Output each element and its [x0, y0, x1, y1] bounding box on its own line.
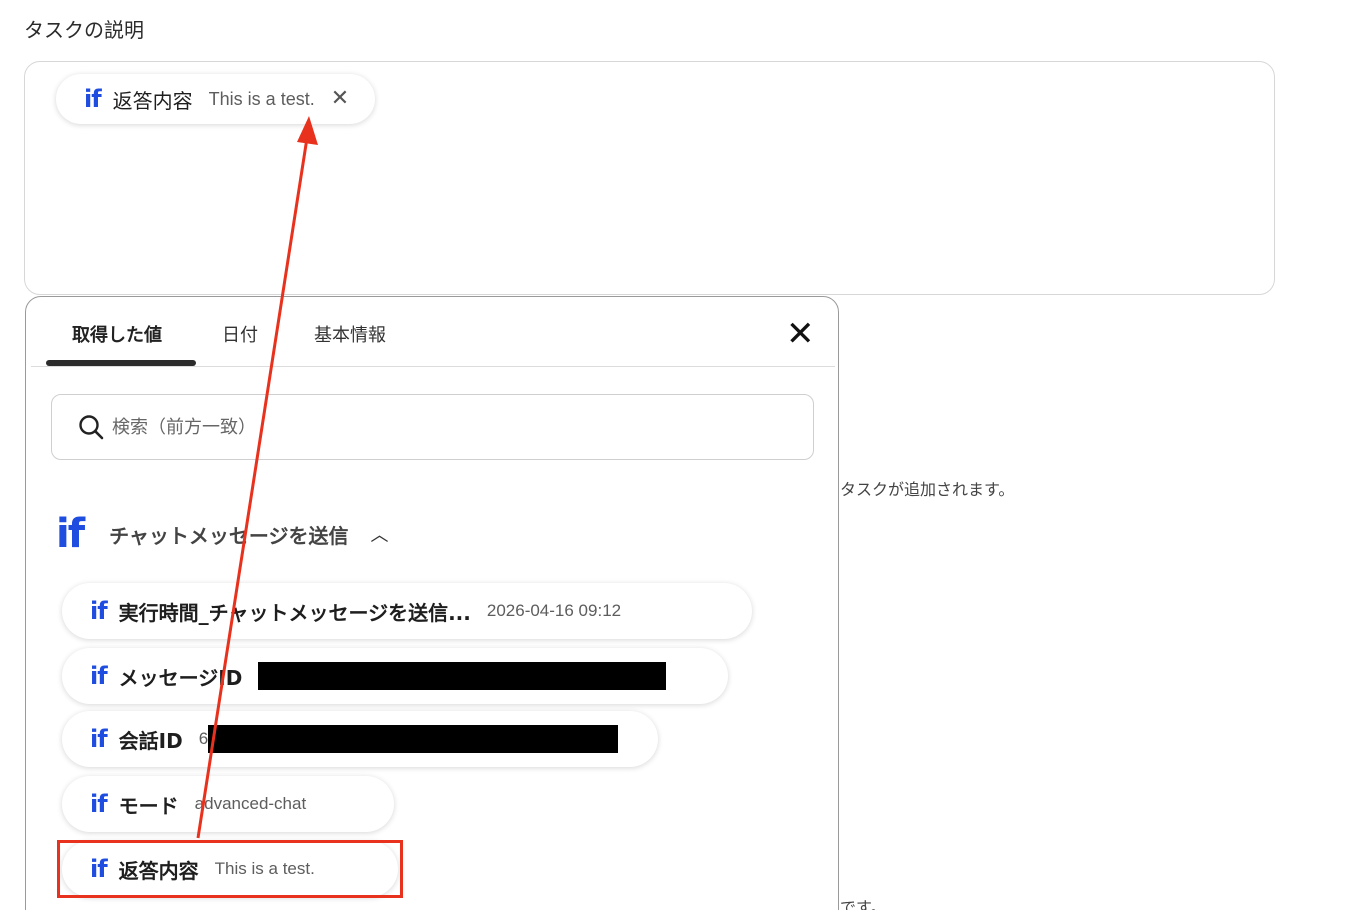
if-icon: if: [84, 85, 102, 113]
item-value: advanced-chat: [194, 794, 307, 813]
search-field[interactable]: [51, 394, 814, 460]
highlight-annotation: [57, 840, 403, 898]
remove-chip-icon[interactable]: ✕: [331, 88, 349, 110]
tab-retrieved-values[interactable]: 取得した値: [72, 321, 162, 347]
if-icon: if: [90, 725, 108, 753]
section-label: タスクの説明: [24, 18, 144, 42]
if-icon: if: [90, 597, 108, 625]
chevron-up-icon[interactable]: ︿: [371, 521, 389, 547]
tab-date[interactable]: 日付: [222, 321, 258, 347]
item-value: 2026-04-16 09:12: [486, 601, 622, 620]
tab-basic-info[interactable]: 基本情報: [314, 321, 386, 347]
redacted-value: [208, 725, 619, 753]
item-label: モード: [118, 793, 179, 818]
search-icon: [79, 415, 104, 440]
item-label: 会話ID: [118, 728, 183, 753]
item-value: 6: [198, 729, 209, 748]
item-label: メッセージID: [118, 665, 243, 690]
helper-text-2: です。: [840, 898, 887, 910]
if-icon: if: [90, 790, 108, 818]
close-icon[interactable]: ✕: [786, 317, 815, 351]
list-item[interactable]: if メッセージID: [62, 648, 728, 704]
inserted-variable-chip[interactable]: if 返答内容 This is a test. ✕: [56, 74, 376, 124]
list-item[interactable]: if 会話ID 6: [62, 711, 658, 767]
list-item[interactable]: if モード advanced-chat: [62, 776, 394, 832]
chip-value: This is a test.: [208, 88, 315, 109]
item-label: 実行時間_チャットメッセージを送信...: [118, 600, 471, 625]
helper-text: タスクが追加されます。: [840, 480, 1015, 499]
redacted-value: [258, 662, 667, 690]
tab-divider: [31, 366, 835, 367]
group-title: チャットメッセージを送信: [109, 523, 349, 548]
group-header[interactable]: if チャットメッセージを送信 ︿: [56, 511, 389, 557]
chip-label: 返答内容: [112, 88, 193, 113]
search-input[interactable]: [112, 416, 712, 438]
if-icon: if: [90, 662, 108, 690]
list-item[interactable]: if 実行時間_チャットメッセージを送信... 2026-04-16 09:12: [62, 583, 752, 639]
if-icon: if: [56, 511, 85, 557]
